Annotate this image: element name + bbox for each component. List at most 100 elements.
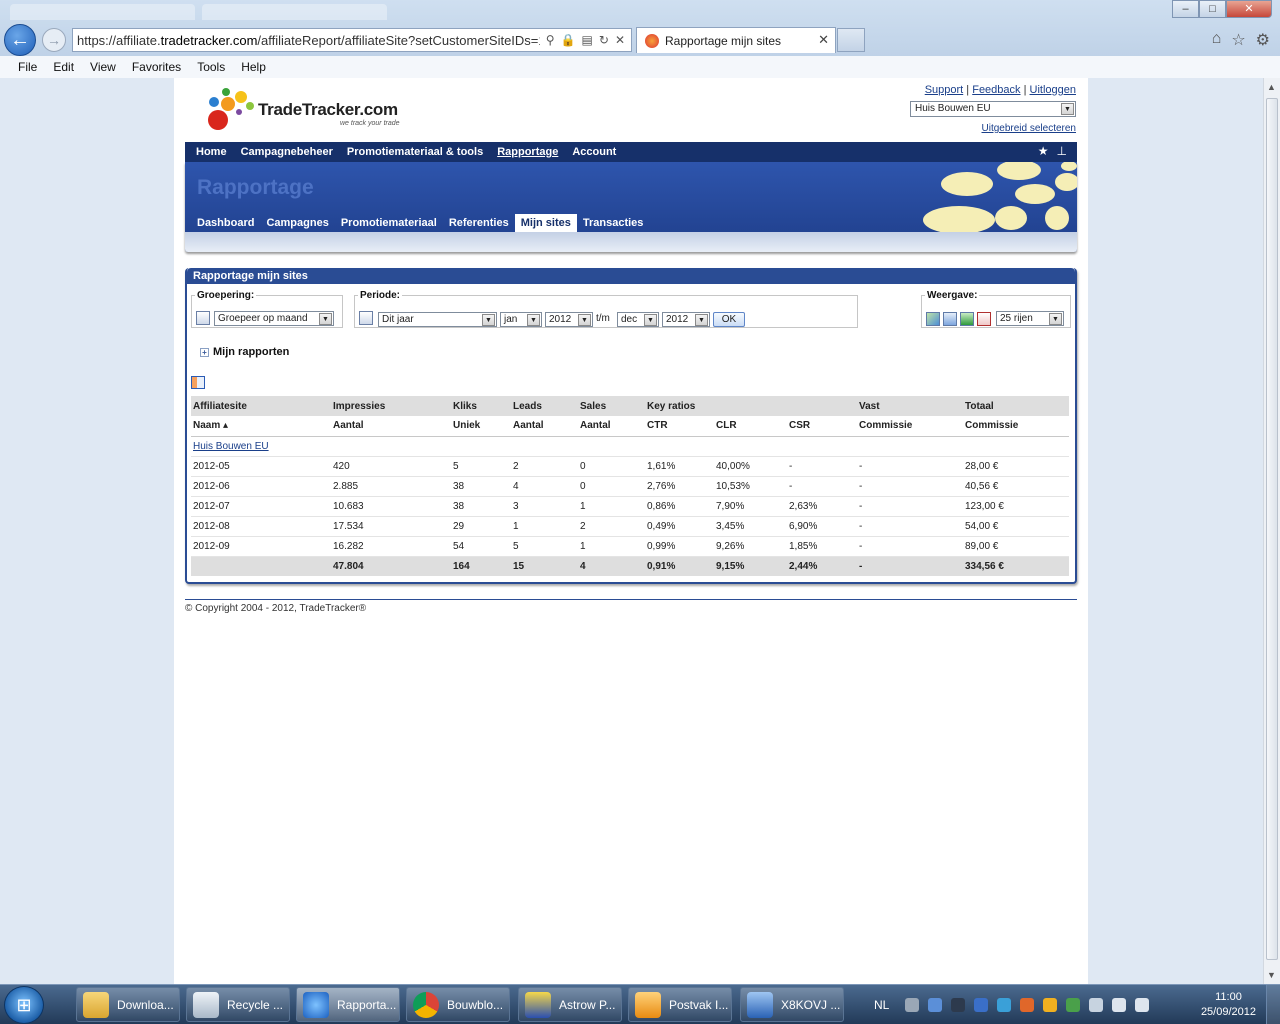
- volume-icon[interactable]: [1135, 998, 1150, 1012]
- excel-export-icon[interactable]: [960, 312, 974, 326]
- sub-csr[interactable]: CSR: [787, 416, 857, 437]
- grouping-select[interactable]: Groepeer op maand ▼: [214, 311, 334, 326]
- sub-ctr[interactable]: CTR: [645, 416, 714, 437]
- support-link[interactable]: Support: [925, 84, 964, 96]
- menu-favorites[interactable]: Favorites: [132, 60, 181, 74]
- sub-aantal[interactable]: Aantal: [331, 416, 451, 437]
- subnav-dashboard[interactable]: Dashboard: [191, 215, 260, 231]
- url-text[interactable]: https://affiliate.tradetracker.com/affil…: [77, 33, 540, 48]
- menu-view[interactable]: View: [90, 60, 116, 74]
- nav-promotiemateriaal[interactable]: Promotiemateriaal & tools: [340, 146, 490, 158]
- to-year-select[interactable]: 2012 ▼: [662, 312, 710, 327]
- active-tab[interactable]: Rapportage mijn sites ✕: [636, 27, 836, 53]
- expand-plus-icon[interactable]: +: [200, 347, 209, 357]
- sub-commissie[interactable]: Commissie: [857, 416, 963, 437]
- show-desktop-button[interactable]: [1266, 985, 1280, 1024]
- task-x8kovj[interactable]: X8KOVJ ...: [740, 987, 844, 1022]
- pdf-export-icon[interactable]: [977, 312, 991, 326]
- tray-app-icon[interactable]: [951, 998, 966, 1012]
- sub-uniek[interactable]: Uniek: [451, 416, 511, 437]
- subnav-referenties[interactable]: Referenties: [443, 215, 515, 231]
- from-month-select[interactable]: jan ▼: [500, 312, 542, 327]
- task-bouwblog[interactable]: Bouwblo...: [406, 987, 510, 1022]
- my-reports-toggle[interactable]: + Mijn rapporten: [200, 346, 289, 358]
- tray-app-icon[interactable]: [1089, 998, 1104, 1012]
- close-tab-icon[interactable]: ✕: [818, 32, 829, 48]
- sync-icon[interactable]: [997, 998, 1012, 1012]
- back-button[interactable]: ←: [4, 24, 36, 56]
- address-bar[interactable]: https://affiliate.tradetracker.com/affil…: [72, 28, 632, 52]
- tradetracker-logo[interactable]: TradeTracker.com we track your trade: [204, 86, 424, 134]
- menu-tools[interactable]: Tools: [197, 60, 225, 74]
- vertical-scrollbar[interactable]: ▲ ▼: [1263, 78, 1280, 984]
- subnav-campagnes[interactable]: Campagnes: [260, 215, 334, 231]
- chevron-down-icon[interactable]: ▼: [695, 314, 708, 326]
- period-range-select[interactable]: Dit jaar ▼: [378, 312, 497, 327]
- new-tab-button[interactable]: [837, 28, 865, 52]
- to-month-select[interactable]: dec ▼: [617, 312, 659, 327]
- chevron-down-icon[interactable]: ▼: [1049, 313, 1062, 325]
- rows-select[interactable]: 25 rijen ▼: [996, 311, 1064, 326]
- language-indicator[interactable]: NL: [874, 998, 889, 1012]
- menu-edit[interactable]: Edit: [53, 60, 74, 74]
- columns-icon[interactable]: [191, 376, 205, 389]
- action-center-icon[interactable]: [1112, 998, 1127, 1012]
- task-postvak[interactable]: Postvak I...: [628, 987, 732, 1022]
- lock-icon[interactable]: 🔒: [561, 33, 576, 47]
- site-select[interactable]: Huis Bouwen EU ▼: [910, 101, 1076, 117]
- task-downloads[interactable]: Downloa...: [76, 987, 180, 1022]
- table-view-icon[interactable]: [943, 312, 957, 326]
- stop-icon[interactable]: ✕: [615, 33, 625, 47]
- sitemap-icon[interactable]: ⊥: [1057, 144, 1067, 158]
- compat-icon[interactable]: ▤: [582, 33, 593, 47]
- subnav-promotiemateriaal[interactable]: Promotiemateriaal: [335, 215, 443, 231]
- sort-naam-header[interactable]: Naam ▴: [191, 416, 331, 437]
- calendar-icon[interactable]: [359, 311, 373, 325]
- tray-app-icon[interactable]: [928, 998, 943, 1012]
- nav-account[interactable]: Account: [565, 146, 623, 158]
- menu-file[interactable]: File: [18, 60, 37, 74]
- task-rapportage[interactable]: Rapporta...: [296, 987, 400, 1022]
- tray-app-icon[interactable]: [1066, 998, 1081, 1012]
- chevron-down-icon[interactable]: ▼: [319, 313, 332, 325]
- chevron-down-icon[interactable]: ▼: [578, 314, 591, 326]
- sub-aantal[interactable]: Aantal: [511, 416, 578, 437]
- gear-icon[interactable]: ⚙: [1256, 30, 1270, 50]
- refresh-icon[interactable]: ↻: [599, 33, 609, 47]
- task-recycle[interactable]: Recycle ...: [186, 987, 290, 1022]
- forward-button[interactable]: →: [42, 28, 66, 52]
- background-tab[interactable]: [10, 4, 195, 20]
- chevron-down-icon[interactable]: ▼: [1061, 103, 1074, 115]
- ok-button[interactable]: OK: [713, 312, 745, 327]
- from-year-select[interactable]: 2012 ▼: [545, 312, 593, 327]
- group-link[interactable]: Huis Bouwen EU: [193, 441, 269, 452]
- maximize-button[interactable]: □: [1199, 0, 1226, 18]
- star-icon[interactable]: ★: [1038, 144, 1049, 158]
- advanced-select-link[interactable]: Uitgebreid selecteren: [982, 123, 1077, 134]
- chevron-down-icon[interactable]: ▼: [644, 314, 657, 326]
- graph-view-icon[interactable]: [926, 312, 940, 326]
- nav-campagnebeheer[interactable]: Campagnebeheer: [234, 146, 340, 158]
- chevron-down-icon[interactable]: ▼: [482, 314, 495, 326]
- subnav-mijn-sites[interactable]: Mijn sites: [514, 214, 577, 232]
- clock[interactable]: 11:00 25/09/2012: [1201, 990, 1256, 1020]
- start-button[interactable]: ⊞: [4, 986, 44, 1024]
- background-tab[interactable]: [202, 4, 387, 20]
- sub-clr[interactable]: CLR: [714, 416, 787, 437]
- search-icon[interactable]: ⚲: [546, 33, 555, 47]
- sub-commissie[interactable]: Commissie: [963, 416, 1069, 437]
- chevron-down-icon[interactable]: ▼: [527, 314, 540, 326]
- nav-home[interactable]: Home: [189, 146, 234, 158]
- home-icon[interactable]: ⌂: [1212, 30, 1222, 50]
- close-window-button[interactable]: ✕: [1226, 0, 1272, 18]
- scroll-down-icon[interactable]: ▼: [1267, 970, 1276, 980]
- nav-rapportage[interactable]: Rapportage: [490, 146, 565, 158]
- scroll-up-icon[interactable]: ▲: [1267, 82, 1276, 92]
- scrollbar-thumb[interactable]: [1266, 98, 1278, 960]
- logout-link[interactable]: Uitloggen: [1030, 84, 1076, 96]
- bluetooth-icon[interactable]: [974, 998, 989, 1012]
- task-astrow[interactable]: Astrow P...: [518, 987, 622, 1022]
- office-icon[interactable]: [1043, 998, 1058, 1012]
- feedback-link[interactable]: Feedback: [972, 84, 1020, 96]
- subnav-transacties[interactable]: Transacties: [577, 215, 650, 231]
